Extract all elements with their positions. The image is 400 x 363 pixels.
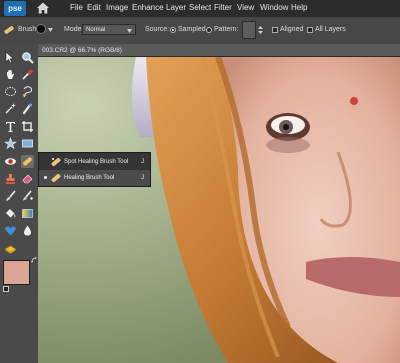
pattern-radio[interactable] [206, 27, 212, 33]
sampled-label: Sampled [178, 26, 206, 33]
blur-tool-icon[interactable] [21, 224, 34, 237]
healing-brush-icon [51, 173, 61, 183]
pattern-label: Pattern: [214, 26, 239, 33]
foreground-color-swatch[interactable] [3, 260, 30, 285]
aligned-label: Aligned [280, 26, 304, 33]
source-label: Source: [145, 26, 170, 33]
mode-label: Mode: [64, 26, 84, 33]
toolbox [0, 44, 39, 363]
hand-tool-icon[interactable] [4, 68, 17, 81]
type-tool-icon[interactable] [4, 120, 17, 133]
flyout-item-healing-brush[interactable]: Healing Brush Tool J [39, 170, 150, 186]
custom-shape-tool-icon[interactable] [4, 224, 17, 237]
straighten-tool-icon[interactable] [21, 137, 34, 150]
brush-dropdown-icon[interactable] [48, 28, 53, 32]
brush-preview[interactable] [36, 24, 46, 34]
sponge-tool-icon[interactable] [4, 242, 17, 255]
healing-brush-option-icon [4, 26, 14, 34]
sampled-radio[interactable] [170, 27, 176, 33]
zoom-tool-icon[interactable] [21, 51, 34, 64]
paint-bucket-tool-icon[interactable] [4, 207, 17, 220]
default-colors-icon[interactable] [3, 286, 9, 292]
menu-window[interactable]: Window [260, 3, 288, 12]
healing-tool-flyout: Spot Healing Brush Tool J Healing Brush … [38, 152, 151, 187]
all-layers-label: All Layers [315, 26, 346, 33]
flyout-item-shortcut: J [141, 159, 144, 165]
lasso-tool-icon[interactable] [21, 85, 34, 98]
menu-layer[interactable]: Layer [166, 3, 186, 12]
eyedropper-tool-icon[interactable] [21, 68, 34, 81]
menu-view[interactable]: View [237, 3, 254, 12]
magic-wand-tool-icon[interactable] [4, 102, 17, 115]
menu-bar: pse File Edit Image Enhance Layer Select… [0, 0, 400, 17]
clone-stamp-tool-icon[interactable] [4, 172, 17, 185]
menu-help[interactable]: Help [291, 3, 307, 12]
flyout-item-spot-healing[interactable]: Spot Healing Brush Tool J [39, 154, 150, 170]
marquee-tool-icon[interactable] [4, 85, 17, 98]
eraser-tool-icon[interactable] [21, 172, 34, 185]
menu-image[interactable]: Image [106, 3, 128, 12]
document-tab[interactable]: 003.CR2 @ 66.7% (RGB/8) [38, 44, 400, 57]
flyout-item-label: Healing Brush Tool [64, 175, 115, 181]
spot-healing-tool-icon[interactable] [21, 155, 34, 168]
aligned-checkbox[interactable] [272, 27, 278, 33]
spot-healing-brush-icon [51, 157, 61, 167]
move-tool-icon[interactable] [4, 51, 17, 64]
gradient-tool-icon[interactable] [21, 207, 34, 220]
pattern-dropdown-icon[interactable] [258, 26, 263, 34]
flyout-item-shortcut: J [141, 175, 144, 181]
swap-colors-icon[interactable] [31, 257, 37, 263]
smart-brush-tool-icon[interactable] [21, 189, 34, 202]
menu-file[interactable]: File [70, 3, 83, 12]
document-title: 003.CR2 @ 66.7% (RGB/8) [42, 47, 122, 54]
flyout-item-label: Spot Healing Brush Tool [64, 159, 129, 165]
tool-options-bar: Brush: Mode: Normal Source: Sampled Patt… [0, 17, 400, 45]
photo-portrait [38, 57, 400, 363]
chevron-down-icon [127, 29, 132, 33]
cookie-cutter-tool-icon[interactable] [4, 137, 17, 150]
quick-selection-tool-icon[interactable] [21, 102, 34, 115]
brush-tool-icon[interactable] [4, 189, 17, 202]
mode-value: Normal [86, 27, 106, 33]
menu-enhance[interactable]: Enhance [132, 3, 164, 12]
mode-select[interactable]: Normal [82, 24, 136, 35]
home-icon[interactable] [36, 1, 50, 15]
menu-edit[interactable]: Edit [87, 3, 101, 12]
crop-tool-icon[interactable] [21, 120, 34, 133]
menu-select[interactable]: Select [189, 3, 211, 12]
red-eye-tool-icon[interactable] [4, 155, 17, 168]
pattern-picker[interactable] [242, 21, 256, 39]
all-layers-checkbox[interactable] [307, 27, 313, 33]
app-logo: pse [4, 1, 26, 16]
selected-bullet-icon [44, 176, 47, 179]
image-canvas[interactable] [38, 57, 400, 363]
menu-filter[interactable]: Filter [214, 3, 232, 12]
